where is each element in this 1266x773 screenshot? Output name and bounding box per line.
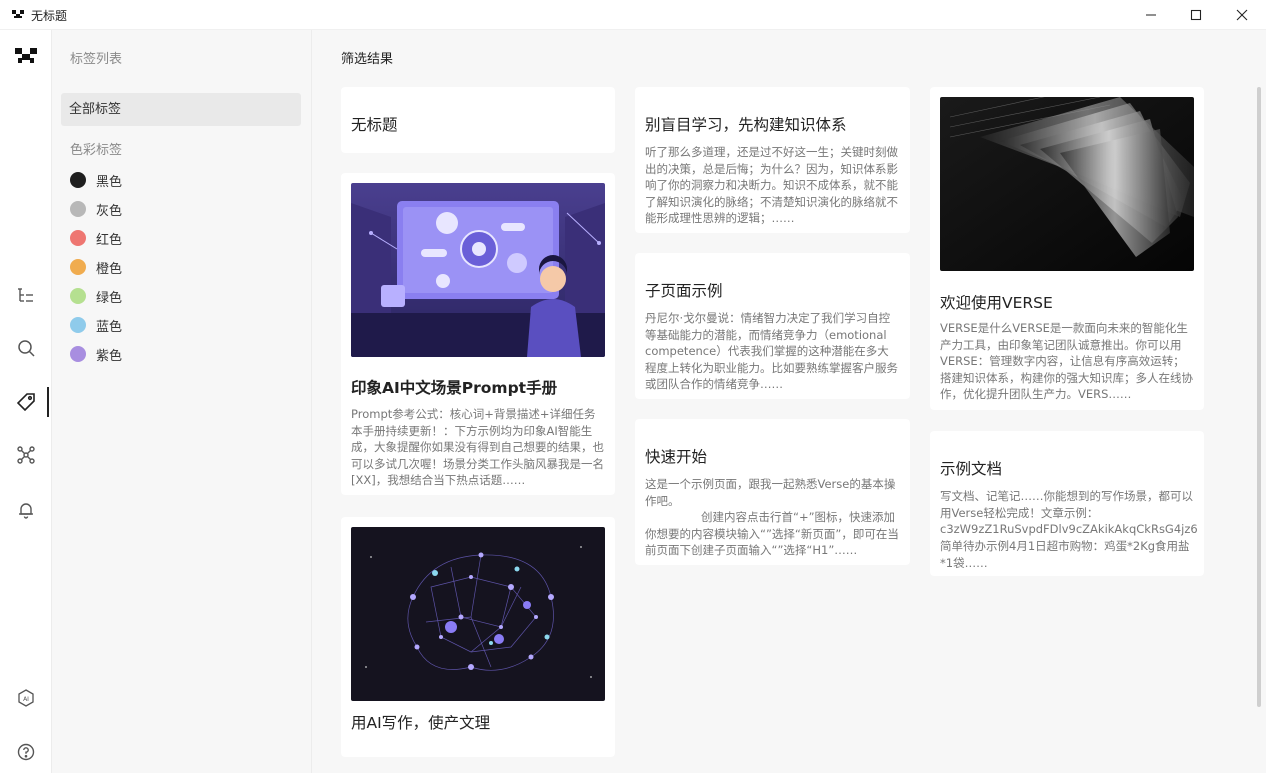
note-card-subpage-example[interactable]: 子页面示例 丹尼尔·戈尔曼说：情绪智力决定了我们学习自控等基础能力的潜能，而情绪…: [635, 253, 910, 399]
color-dot: [70, 172, 86, 188]
graph-icon[interactable]: [14, 443, 38, 467]
color-dot: [70, 230, 86, 246]
all-tags-item[interactable]: 全部标签: [61, 93, 301, 126]
filter-results-title: 筛选结果: [341, 52, 394, 67]
help-icon[interactable]: [14, 740, 38, 764]
color-tag-black[interactable]: 黑色: [70, 169, 122, 191]
card-title: 快速开始: [645, 448, 708, 466]
close-icon: [1236, 9, 1248, 21]
card-excerpt: 写文档、记笔记……你能想到的写作场景，都可以用Verse轻松完成！文章示例：: [940, 489, 1193, 520]
maximize-button[interactable]: [1173, 0, 1219, 30]
close-button[interactable]: [1219, 0, 1265, 30]
note-card-untitled[interactable]: 无标题: [341, 87, 615, 153]
note-card-ai-prompt[interactable]: 印象AI中文场景Prompt手册 Prompt参考公式：核心词+背景描述+详细任…: [341, 173, 615, 495]
color-dot: [70, 259, 86, 275]
minimize-button[interactable]: [1128, 0, 1174, 30]
color-tag-label: 灰色: [96, 203, 123, 219]
note-card-ai-writing[interactable]: 用AI写作，使产文理: [341, 517, 615, 757]
color-tag-red[interactable]: 红色: [70, 227, 122, 249]
color-tag-gray[interactable]: 灰色: [70, 198, 122, 220]
scrollbar[interactable]: [1257, 87, 1261, 707]
color-tag-purple[interactable]: 紫色: [70, 343, 122, 365]
title-bar: 无标题: [0, 0, 1266, 30]
bell-icon[interactable]: [14, 498, 38, 522]
icon-rail: AI: [0, 30, 52, 773]
card-excerpt: 简单待办示例4月1日超市购物：鸡蛋*2Kg食用盐*1袋……: [940, 539, 1190, 570]
card-title: 示例文档: [940, 460, 1003, 478]
color-tag-blue[interactable]: 蓝色: [70, 314, 122, 336]
card-excerpt: 这是一个示例页面，跟我一起熟悉Verse的基本操作吧。: [645, 477, 896, 508]
card-title: 欢迎使用VERSE: [940, 294, 1053, 312]
color-tag-green[interactable]: 绿色: [70, 285, 122, 307]
card-excerpt: 听了那么多道理，还是过不好这一生；关键时刻做出的决策，总是后悔；为什么？因为，知…: [645, 145, 898, 225]
card-excerpt: Prompt参考公式：核心词+背景描述+详细任务本手册持续更新！：下方示例均为印…: [351, 407, 604, 487]
card-excerpt: 创建内容点击行首“+”图标，快速添加你想要的内容模块输入“”选择“新页面”，即可…: [645, 510, 899, 557]
minimize-icon: [1146, 14, 1156, 16]
card-excerpt: VERSE是什么VERSE是一款面向未来的智能化生产力工具，由印象笔记团队诚意推…: [940, 321, 1193, 401]
tag-sidebar: 标签列表 全部标签 色彩标签 黑色 灰色 红色 橙色 绿色 蓝色 紫色: [52, 30, 312, 773]
ai-illustration-image: [351, 183, 605, 357]
maximize-icon: [1190, 9, 1202, 21]
color-dot: [70, 317, 86, 333]
color-tag-label: 绿色: [96, 290, 123, 306]
tag-icon[interactable]: [14, 390, 38, 414]
tag-list-title: 标签列表: [70, 52, 123, 67]
ai-icon[interactable]: AI: [14, 686, 38, 710]
note-card-welcome-verse[interactable]: 欢迎使用VERSE VERSE是什么VERSE是一款面向未来的智能化生产力工具，…: [930, 87, 1204, 410]
window-title: 无标题: [31, 9, 68, 23]
color-tag-label: 橙色: [96, 261, 123, 277]
card-title: 子页面示例: [645, 282, 723, 300]
note-card-knowledge-system[interactable]: 别盲目学习，先构建知识体系 听了那么多道理，还是过不好这一生；关键时刻做出的决策…: [635, 87, 910, 233]
app-logo-icon: [12, 10, 24, 18]
svg-text:AI: AI: [23, 696, 29, 703]
card-excerpt-link: c3zW9zZ1RuSvpdFDlv9cZAkikAkqCkRsG4jz6: [940, 522, 1198, 536]
note-card-sample-doc[interactable]: 示例文档 写文档、记笔记……你能想到的写作场景，都可以用Verse轻松完成！文章…: [930, 431, 1204, 576]
color-dot: [70, 288, 86, 304]
filter-results-panel: 筛选结果 无标题 印象AI中文场景Prompt手册 Prompt参考公式：核心词…: [312, 30, 1266, 773]
color-dot: [70, 346, 86, 362]
color-tag-label: 紫色: [96, 348, 123, 364]
brain-network-image: [351, 527, 605, 701]
logo-icon[interactable]: [14, 44, 38, 68]
color-tag-orange[interactable]: 橙色: [70, 256, 122, 278]
rail-active-indicator: [47, 387, 49, 417]
card-excerpt: 丹尼尔·戈尔曼说：情绪智力决定了我们学习自控等基础能力的潜能，而情绪竞争力（em…: [645, 311, 898, 391]
card-title: 别盲目学习，先构建知识体系: [645, 116, 847, 134]
color-dot: [70, 201, 86, 217]
color-tags-title: 色彩标签: [70, 143, 123, 158]
search-icon[interactable]: [14, 336, 38, 360]
color-tag-label: 红色: [96, 232, 123, 248]
card-title: 用AI写作，使产文理: [351, 714, 491, 732]
outline-icon[interactable]: [14, 283, 38, 307]
card-title: 印象AI中文场景Prompt手册: [351, 379, 558, 397]
card-title: 无标题: [351, 116, 398, 134]
color-tag-label: 蓝色: [96, 319, 123, 335]
abstract-cover-image: [940, 97, 1194, 271]
note-card-quick-start[interactable]: 快速开始 这是一个示例页面，跟我一起熟悉Verse的基本操作吧。 创建内容点击行…: [635, 419, 910, 565]
color-tag-label: 黑色: [96, 174, 123, 190]
